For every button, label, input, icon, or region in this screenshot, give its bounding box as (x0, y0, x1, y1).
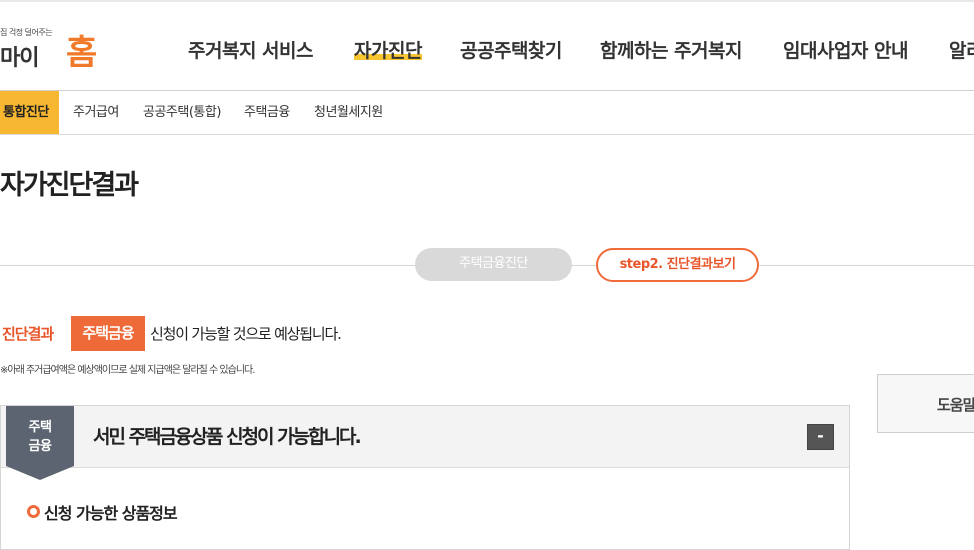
panel-header: 주택 금융 서민 주택금융상품 신청이 가능합니다. - (1, 406, 849, 480)
ribbon-line-1: 주택 (28, 420, 52, 435)
logo-tagline: 집 걱정 덜어주는 (0, 28, 53, 37)
bullet-circle-icon (27, 505, 40, 518)
logo-accent-text: 홈 (66, 33, 97, 73)
logo-text: 마이 (0, 46, 39, 71)
step-housing-finance: 주택금융진단 (415, 248, 572, 281)
top-border (0, 0, 974, 2)
subnav-divider (0, 134, 974, 135)
result-badge: 주택금융 (71, 316, 145, 351)
logo[interactable]: 집 걱정 덜어주는 마이 홈 (0, 22, 110, 73)
ribbon-label: 주택 금융 (6, 418, 74, 456)
result-panel: 주택 금융 서민 주택금융상품 신청이 가능합니다. - 신청 가능한 상품정보 (0, 405, 850, 550)
page-title: 자가진단결과 (0, 170, 139, 201)
step-view-result: step2. 진단결과보기 (596, 248, 759, 282)
help-button[interactable]: 도움말 (877, 374, 974, 433)
category-ribbon: 주택 금융 (6, 406, 74, 480)
result-note: ※아래 주거급여액은 예상액이므로 실제 지급액은 달라질 수 있습니다. (0, 365, 255, 376)
subnav-item-public-housing[interactable]: 공공주택(통합) (143, 91, 221, 134)
subnav-item-housing-finance[interactable]: 주택금융 (244, 91, 290, 134)
collapse-button[interactable]: - (807, 424, 834, 450)
ribbon-line-2: 금융 (28, 439, 52, 454)
result-label: 진단결과 (2, 325, 54, 343)
help-label: 도움말 (937, 396, 974, 414)
nav-item-together-welfare[interactable]: 함께하는 주거복지 (600, 36, 742, 63)
result-message: 신청이 가능할 것으로 예상됩니다. (150, 325, 342, 343)
nav-item-notice[interactable]: 알리 (949, 36, 974, 63)
nav-item-housing-welfare[interactable]: 주거복지 서비스 (188, 36, 313, 63)
subnav-item-youth-rent[interactable]: 청년월세지원 (314, 91, 383, 134)
nav-item-public-housing[interactable]: 공공주택찾기 (460, 36, 562, 63)
nav-item-self-diagnosis[interactable]: 자가진단 (354, 36, 422, 63)
subnav-item-integrated[interactable]: 통합진단 (0, 91, 59, 134)
panel-title: 서민 주택금융상품 신청이 가능합니다. (93, 426, 362, 448)
subnav-item-housing-benefit[interactable]: 주거급여 (73, 91, 119, 134)
nav-item-landlord-guide[interactable]: 임대사업자 안내 (783, 36, 908, 63)
section-title: 신청 가능한 상품정보 (44, 504, 178, 523)
